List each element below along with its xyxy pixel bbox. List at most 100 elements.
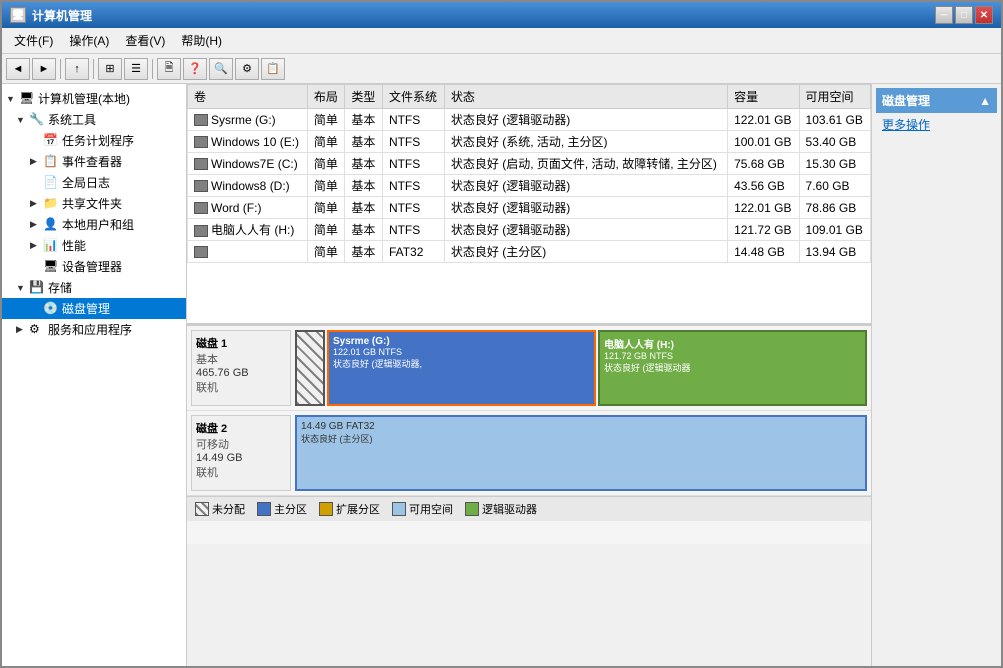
menu-file[interactable]: 文件(F) [6,30,61,51]
disk1-part-sysrme-status: 状态良好 (逻辑驱动器, [333,357,590,370]
right-panel: 卷 布局 类型 文件系统 状态 容量 可用空间 Sysrme (G:) 简单 基… [187,84,871,666]
action-collapse-icon[interactable]: ▲ [979,94,991,108]
close-button[interactable]: ✕ [975,6,993,24]
sf-arrow: ▶ [30,198,40,209]
table-row[interactable]: 电脑人人有 (H:) 简单 基本 NTFS 状态良好 (逻辑驱动器) 121.7… [188,219,871,241]
cell-capacity: 121.72 GB [728,219,799,241]
disk1-part-unalloc[interactable] [295,330,325,406]
ev-icon: 📋 [43,154,59,170]
cell-fs: FAT32 [382,241,444,263]
show-hide-button[interactable]: ⊞ [98,58,122,80]
sidebar-dsk-label: 磁盘管理 [62,300,110,317]
cell-freespace: 15.30 GB [799,153,870,175]
sidebar: ▼ 🖥 计算机管理(本地) ▼ 🔧 系统工具 📅 任务计划程序 ▶ 📋 事件查看… [2,84,187,666]
sidebar-item-performance[interactable]: ▶ 📊 性能 [2,235,186,256]
sidebar-tools-label: 系统工具 [48,111,96,128]
back-button[interactable]: ◄ [6,58,30,80]
legend-available-label: 可用空间 [409,501,453,517]
col-fs[interactable]: 文件系统 [382,85,444,109]
forward-button[interactable]: ► [32,58,56,80]
cell-capacity: 122.01 GB [728,109,799,131]
cell-type: 基本 [345,197,383,219]
window-title: 计算机管理 [32,7,92,24]
cell-status: 状态良好 (逻辑驱动器) [444,219,727,241]
sidebar-item-taskscheduler[interactable]: 📅 任务计划程序 [2,130,186,151]
cell-layout: 简单 [307,175,345,197]
sidebar-item-tools[interactable]: ▼ 🔧 系统工具 [2,109,186,130]
cell-capacity: 43.56 GB [728,175,799,197]
view-button[interactable]: ☰ [124,58,148,80]
settings-button[interactable]: 📋 [261,58,285,80]
cell-status: 状态良好 (主分区) [444,241,727,263]
main-window: 🖥 计算机管理 ─ □ ✕ 文件(F) 操作(A) 查看(V) 帮助(H) ◄ … [0,0,1003,668]
disk1-type: 基本 [196,351,286,367]
col-status[interactable]: 状态 [444,85,727,109]
sidebar-root-label: 计算机管理(本地) [38,90,130,107]
disk1-name: 磁盘 1 [196,335,286,351]
col-capacity[interactable]: 容量 [728,85,799,109]
sidebar-root[interactable]: ▼ 🖥 计算机管理(本地) [2,88,186,109]
cell-layout: 简单 [307,131,345,153]
perf-arrow: ▶ [30,240,40,251]
cell-capacity: 122.01 GB [728,197,799,219]
cell-freespace: 109.01 GB [799,219,870,241]
table-row[interactable]: Word (F:) 简单 基本 NTFS 状态良好 (逻辑驱动器) 122.01… [188,197,871,219]
export-button[interactable]: 🗎 [157,58,181,80]
table-row[interactable]: Windows 10 (E:) 简单 基本 NTFS 状态良好 (系统, 活动,… [188,131,871,153]
filter-button[interactable]: ⚙ [235,58,259,80]
legend-bar: 未分配 主分区 扩展分区 可用空间 [187,496,871,521]
legend-logical-label: 逻辑驱动器 [482,501,537,517]
legend-logical: 逻辑驱动器 [465,501,537,517]
menu-action[interactable]: 操作(A) [61,30,117,51]
lu-arrow: ▶ [30,219,40,230]
tools-icon: 🔧 [29,112,45,128]
legend-available-color [392,502,406,516]
sidebar-item-eventviewer[interactable]: ▶ 📋 事件查看器 [2,151,186,172]
title-controls[interactable]: ─ □ ✕ [935,6,993,24]
col-layout[interactable]: 布局 [307,85,345,109]
sidebar-item-sharedfolder[interactable]: ▶ 📁 共享文件夹 [2,193,186,214]
table-row[interactable]: Windows7E (C:) 简单 基本 NTFS 状态良好 (启动, 页面文件… [188,153,871,175]
sidebar-dm-label: 设备管理器 [62,258,122,275]
sidebar-item-diskmgmt[interactable]: 💿 磁盘管理 [2,298,186,319]
sidebar-ts-label: 任务计划程序 [62,132,134,149]
action-more-operations[interactable]: 更多操作 [876,113,997,136]
title-bar-left: 🖥 计算机管理 [10,7,92,24]
cell-status: 状态良好 (系统, 活动, 主分区) [444,131,727,153]
toolbar-separator-3 [152,59,153,79]
sidebar-sf-label: 共享文件夹 [62,195,122,212]
col-type[interactable]: 类型 [345,85,383,109]
col-volume[interactable]: 卷 [188,85,308,109]
cell-freespace: 13.94 GB [799,241,870,263]
table-row[interactable]: 简单 基本 FAT32 状态良好 (主分区) 14.48 GB 13.94 GB [188,241,871,263]
table-row[interactable]: Windows8 (D:) 简单 基本 NTFS 状态良好 (逻辑驱动器) 43… [188,175,871,197]
cell-capacity: 100.01 GB [728,131,799,153]
dm-icon: 🖥 [43,259,59,275]
stor-icon: 💾 [29,280,45,296]
minimize-button[interactable]: ─ [935,6,953,24]
cell-capacity: 14.48 GB [728,241,799,263]
sidebar-item-storage[interactable]: ▼ 💾 存储 [2,277,186,298]
sidebar-item-globallog[interactable]: 📄 全局日志 [2,172,186,193]
cell-layout: 简单 [307,219,345,241]
legend-unalloc-label: 未分配 [212,501,245,517]
up-button[interactable]: ↑ [65,58,89,80]
sidebar-item-devmgr[interactable]: 🖥 设备管理器 [2,256,186,277]
cell-status: 状态良好 (逻辑驱动器) [444,175,727,197]
legend-extended-color [319,502,333,516]
help-toolbar-button[interactable]: ❓ [183,58,207,80]
menu-help[interactable]: 帮助(H) [173,30,230,51]
maximize-button[interactable]: □ [955,6,973,24]
disk1-part-diannaoren[interactable]: 电脑人人有 (H:) 121.72 GB NTFS 状态良好 (逻辑驱动器 [598,330,867,406]
sidebar-item-localusers[interactable]: ▶ 👤 本地用户和组 [2,214,186,235]
legend-available: 可用空间 [392,501,453,517]
disk2-part-label: 14.49 GB FAT32 [301,421,861,432]
disk2-part-main[interactable]: 14.49 GB FAT32 状态良好 (主分区) [295,415,867,491]
search-button[interactable]: 🔍 [209,58,233,80]
table-row[interactable]: Sysrme (G:) 简单 基本 NTFS 状态良好 (逻辑驱动器) 122.… [188,109,871,131]
col-freespace[interactable]: 可用空间 [799,85,870,109]
sidebar-item-services[interactable]: ▶ ⚙ 服务和应用程序 [2,319,186,340]
disk1-part-sysrme[interactable]: Sysrme (G:) 122.01 GB NTFS 状态良好 (逻辑驱动器, [327,330,596,406]
menu-view[interactable]: 查看(V) [117,30,173,51]
disk1-part-diannaoren-size: 121.72 GB NTFS [604,351,861,361]
